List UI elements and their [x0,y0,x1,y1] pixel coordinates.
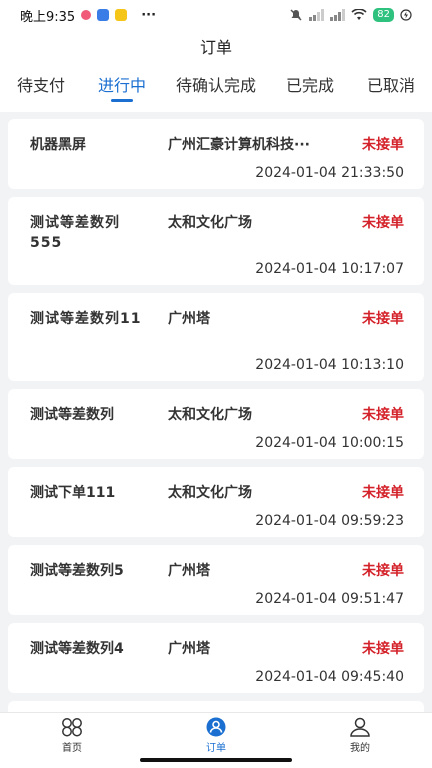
wifi-icon [351,9,367,20]
order-name: 测试下单111 [30,485,116,501]
notification-app-icon [81,10,92,20]
nav-home[interactable]: 首页 [0,713,144,768]
notification-app-icon [115,9,128,21]
charging-icon [400,9,412,21]
order-name: 测试等差数列555 [30,215,120,251]
order-status: 未接单 [362,563,404,579]
profile-icon [350,717,370,737]
nav-profile[interactable]: 我的 [288,713,432,768]
tab-in-progress[interactable]: 进行中 [82,66,162,112]
order-card[interactable]: 测试等差数列4 广州塔 未接单 2024-01-04 09:45:40 [8,623,424,693]
home-indicator[interactable] [140,758,292,762]
order-time: 2024-01-04 09:51:47 [255,591,404,607]
order-card[interactable]: 测试等差数列5 广州塔 未接单 2024-01-04 09:51:47 [8,545,424,615]
order-status: 未接单 [362,641,404,657]
order-card[interactable]: 测试等差数列11 广州塔 未接单 2024-01-04 10:13:10 [8,293,424,381]
order-name: 测试等差数列4 [30,641,124,657]
order-status-tabs: 待支付 进行中 待确认完成 已完成 已取消 [0,66,432,112]
tab-pending-confirmation[interactable]: 待确认完成 [162,66,270,112]
order-status: 未接单 [362,407,404,423]
order-location: 广州塔 [168,311,210,327]
home-grid-icon [62,718,82,737]
mute-icon [290,9,302,21]
order-card[interactable]: 测试等差数列555 太和文化广场 未接单 2024-01-04 10:17:07 [8,197,424,285]
order-location: 太和文化广场 [168,485,252,501]
notification-app-icon [97,9,110,21]
status-bar: 晚上9:35 ··· 82 [0,0,432,30]
order-time: 2024-01-04 10:17:07 [255,261,404,277]
signal-icon [309,9,325,21]
order-location: 太和文化广场 [168,407,252,423]
more-notifications: ··· [141,7,157,23]
signal-icon [330,9,346,21]
order-list[interactable]: 机器黑屏 广州汇豪计算机科技··· 未接单 2024-01-04 21:33:5… [0,112,432,712]
nav-orders-label: 订单 [206,743,226,754]
order-location: 广州塔 [168,641,210,657]
order-name: 测试等差数列 [30,407,114,423]
page-title: 订单 [0,30,432,66]
order-name: 测试等差数列11 [30,311,142,327]
status-time: 晚上9:35 [20,9,76,25]
nav-profile-label: 我的 [350,743,370,754]
order-time: 2024-01-04 09:45:40 [255,669,404,685]
order-time: 2024-01-04 10:00:15 [255,435,404,451]
order-time: 2024-01-04 09:59:23 [255,513,404,529]
tab-completed[interactable]: 已完成 [270,66,350,112]
order-location: 太和文化广场 [168,215,252,231]
tab-pending-payment[interactable]: 待支付 [0,66,82,112]
order-name: 机器黑屏 [30,137,86,153]
order-card[interactable]: 机器黑屏 广州汇豪计算机科技··· 未接单 2024-01-04 21:33:5… [8,119,424,189]
order-card[interactable]: 测试等差数列 太和文化广场 未接单 2024-01-04 10:00:15 [8,389,424,459]
order-card-partial[interactable] [8,701,424,712]
order-status: 未接单 [362,485,404,501]
order-time: 2024-01-04 21:33:50 [255,165,404,181]
battery-indicator: 82 [373,8,394,22]
order-time: 2024-01-04 10:13:10 [255,357,404,373]
order-status: 未接单 [362,137,404,153]
order-name: 测试等差数列5 [30,563,124,579]
nav-home-label: 首页 [62,743,82,754]
order-card[interactable]: 测试下单111 太和文化广场 未接单 2024-01-04 09:59:23 [8,467,424,537]
tab-cancelled[interactable]: 已取消 [350,66,432,112]
order-location: 广州汇豪计算机科技··· [168,137,310,153]
order-person-icon [206,717,226,737]
order-status: 未接单 [362,311,404,327]
order-status: 未接单 [362,215,404,231]
order-location: 广州塔 [168,563,210,579]
